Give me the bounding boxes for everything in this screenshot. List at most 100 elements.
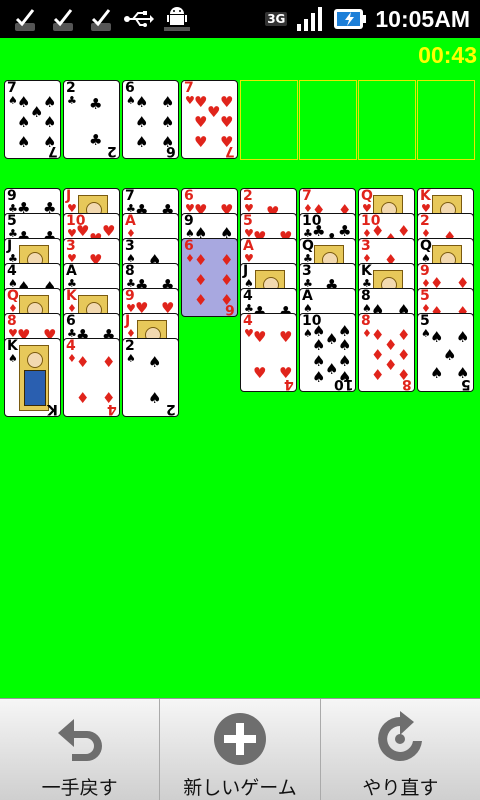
card-rank-inverted: 7 bbox=[48, 143, 58, 159]
sd-card-check-icon bbox=[86, 4, 116, 34]
network-type-indicator: 3G bbox=[265, 12, 288, 26]
card-pip-icon: ♦ bbox=[371, 326, 385, 344]
card-rank-inverted: 4 bbox=[107, 401, 117, 417]
free-cell-card[interactable]: 7 ♥ ♥ ♥ ♥ ♥ ♥ ♥ ♥ 7 bbox=[181, 80, 238, 159]
free-cell-card[interactable]: 2 ♣ ♣ ♣ 2 bbox=[63, 80, 120, 159]
tableau-card[interactable]: 4 ♦ ♦ ♦ ♦ ♦ 4 bbox=[63, 338, 120, 417]
card-pip-icon: ♦ bbox=[76, 389, 90, 407]
card-pip-icon: ♠ bbox=[456, 328, 470, 346]
redo-button[interactable]: やり直す bbox=[321, 699, 480, 800]
card-pip-icon: ♠ bbox=[430, 364, 444, 382]
card-pip-icon: ♦ bbox=[194, 251, 208, 269]
card-rank-inverted: K bbox=[47, 401, 58, 417]
card-pip-icon: ♠ bbox=[148, 389, 162, 407]
battery-charging-icon bbox=[333, 4, 367, 34]
redo-label: やり直す bbox=[362, 777, 439, 799]
card-pip-icon: ♦ bbox=[194, 271, 208, 289]
card-pip-icon: ♦ bbox=[102, 353, 116, 371]
card-pip-icon: ♠ bbox=[312, 352, 326, 370]
card-rank-inverted: 2 bbox=[107, 143, 117, 159]
undo-arrow-icon bbox=[57, 719, 102, 761]
card-pip-icon: ♠ bbox=[430, 328, 444, 346]
foundation-slot[interactable] bbox=[417, 80, 475, 160]
card-pip-icon: ♠ bbox=[17, 133, 31, 151]
card-pip-icon: ♠ bbox=[161, 113, 175, 131]
card-pip-icon: ♠ bbox=[17, 113, 31, 131]
card-pip-icon: ♠ bbox=[338, 336, 352, 354]
status-bar: 3G 10:05AM bbox=[0, 0, 480, 38]
card-pip-icon: ♦ bbox=[384, 356, 398, 374]
card-pip-icon: ♠ bbox=[30, 103, 44, 121]
tableau-card[interactable]: 4 ♥ ♥ ♥ ♥ ♥ 4 bbox=[240, 313, 297, 392]
clock: 10:05AM bbox=[375, 5, 470, 32]
card-pip-icon: ♠ bbox=[148, 353, 162, 371]
card-pip-icon: ♠ bbox=[312, 368, 326, 386]
game-timer: 00:43 bbox=[418, 42, 477, 68]
card-suit-icon: ♠ bbox=[126, 352, 136, 365]
sd-card-check-icon bbox=[10, 4, 40, 34]
card-pip-icon: ♥ bbox=[220, 113, 234, 131]
tableau-card[interactable]: 10 ♠ ♠ ♠ ♠ ♠ ♠ ♠ ♠ ♠ ♠ ♠ 10 bbox=[299, 313, 356, 392]
tableau-card[interactable]: 2 ♠ ♠ ♠ 2 bbox=[122, 338, 179, 417]
foundation-slot[interactable] bbox=[299, 80, 357, 160]
card-pip-icon: ♦ bbox=[76, 353, 90, 371]
card-pip-icon: ♠ bbox=[17, 93, 31, 111]
new-game-button[interactable]: 新しいゲーム bbox=[160, 699, 321, 800]
card-pip-icon: ♣ bbox=[89, 131, 103, 149]
tableau-card[interactable]: 8 ♦ ♦ ♦ ♦ ♦ ♦ ♦ ♦ ♦ 8 bbox=[358, 313, 415, 392]
card-rank-inverted: 7 bbox=[225, 143, 235, 159]
foundation-slot[interactable] bbox=[358, 80, 416, 160]
card-suit-icon: ♣ bbox=[67, 94, 77, 107]
card-rank-inverted: 4 bbox=[284, 376, 294, 392]
card-pip-icon: ♦ bbox=[397, 346, 411, 364]
card-pip-icon: ♠ bbox=[325, 360, 339, 378]
card-rank-inverted: 6 bbox=[166, 143, 176, 159]
notification-icons bbox=[0, 0, 192, 38]
free-cell-card[interactable]: 7 ♠ ♠ ♠ ♠ ♠ ♠ ♠ ♠ 7 bbox=[4, 80, 61, 159]
plus-circle-icon bbox=[213, 713, 266, 765]
card-pip-icon: ♠ bbox=[135, 93, 149, 111]
redo-circular-arrow-icon bbox=[378, 711, 423, 761]
card-pip-icon: ♥ bbox=[194, 133, 208, 151]
card-pip-icon: ♥ bbox=[194, 113, 208, 131]
tableau-card[interactable]: K ♠ K bbox=[4, 338, 61, 417]
bottom-toolbar: 一手戻す 新しいゲーム やり直す bbox=[0, 698, 480, 800]
tableau-card[interactable]: 6 ♦ ♦ ♦ ♦ ♦ ♦ ♦ 6 bbox=[181, 238, 238, 317]
card-pip-icon: ♠ bbox=[325, 330, 339, 348]
new-game-label: 新しいゲーム bbox=[183, 777, 297, 799]
undo-label: 一手戻す bbox=[41, 777, 118, 799]
card-pip-icon: ♦ bbox=[384, 336, 398, 354]
usb-icon bbox=[124, 4, 154, 34]
card-pip-icon: ♥ bbox=[207, 103, 221, 121]
card-rank-inverted: 6 bbox=[225, 301, 235, 317]
card-pip-icon: ♥ bbox=[253, 328, 267, 346]
free-cell-card[interactable]: 6 ♠ ♠ ♠ ♠ ♠ ♠ ♠ 6 bbox=[122, 80, 179, 159]
card-pip-icon: ♦ bbox=[371, 346, 385, 364]
card-pip-icon: ♠ bbox=[312, 336, 326, 354]
card-pip-icon: ♣ bbox=[89, 95, 103, 113]
game-board: 00:43 7 ♠ ♠ ♠ ♠ ♠ ♠ ♠ ♠ 7 2 ♣ ♣ ♣ 2 6 ♠ ♠ ♠ ♠ ♠ ♠ ♠ 6 7 ♥ ♥ ♥ ♥ ♥ ♥ ♥ ♥ 7… bbox=[0, 38, 480, 698]
system-icons: 3G 10:05AM bbox=[265, 4, 480, 34]
card-pip-icon: ♠ bbox=[43, 93, 57, 111]
card-suit-icon: ♠ bbox=[8, 352, 18, 365]
card-pip-icon: ♠ bbox=[135, 113, 149, 131]
tableau-card[interactable]: 5 ♠ ♠ ♠ ♠ ♠ ♠ 5 bbox=[417, 313, 474, 392]
card-pip-icon: ♠ bbox=[443, 346, 457, 364]
card-pip-icon: ♠ bbox=[135, 133, 149, 151]
card-pip-icon: ♥ bbox=[279, 328, 293, 346]
card-rank-inverted: 10 bbox=[333, 376, 353, 392]
card-pip-icon: ♥ bbox=[253, 364, 267, 382]
signal-icon bbox=[295, 4, 325, 34]
undo-button[interactable]: 一手戻す bbox=[0, 699, 161, 800]
foundation-slot[interactable] bbox=[240, 80, 298, 160]
card-pip-icon: ♥ bbox=[220, 93, 234, 111]
card-rank-inverted: 5 bbox=[461, 376, 471, 392]
android-icon bbox=[162, 4, 192, 34]
card-pip-icon: ♦ bbox=[220, 251, 234, 269]
card-pip-icon: ♦ bbox=[371, 366, 385, 384]
card-pip-icon: ♦ bbox=[194, 291, 208, 309]
card-pip-icon: ♥ bbox=[194, 93, 208, 111]
card-rank-inverted: 2 bbox=[166, 401, 176, 417]
card-pip-icon: ♦ bbox=[397, 326, 411, 344]
card-pip-icon: ♠ bbox=[43, 113, 57, 131]
